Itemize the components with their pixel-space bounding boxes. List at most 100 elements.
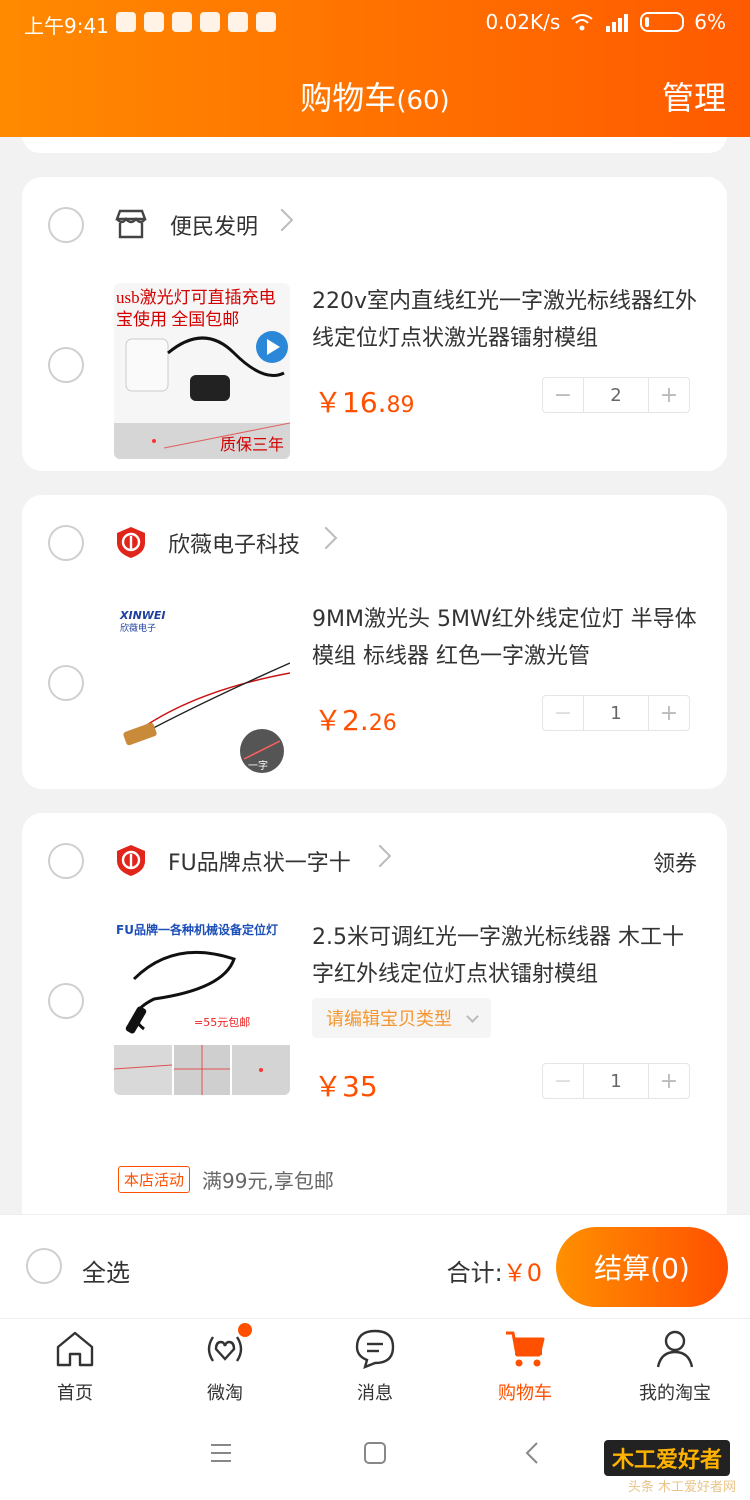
quantity-stepper[interactable]: − 1 + [542, 1063, 690, 1099]
tab-label: 微淘 [207, 1383, 243, 1404]
status-bar: 上午9:41 0.02K/s 6% [24, 10, 726, 38]
quantity-value[interactable]: 1 [583, 1064, 649, 1098]
app-header: 上午9:41 0.02K/s 6% 购物车(60) 管理 [0, 0, 750, 137]
promo-text: 满99元,享包邮 [202, 1169, 334, 1193]
chevron-right-icon [314, 526, 338, 550]
tab-profile[interactable]: 我的淘宝 [600, 1319, 750, 1411]
home-icon [56, 1331, 94, 1367]
mail-icon [228, 12, 248, 32]
product-title[interactable]: 9MM激光头 5MW红外线定位灯 半导体模组 标线器 红色一字激光管 [312, 601, 702, 675]
chevron-right-icon [270, 208, 294, 232]
increase-button[interactable]: + [649, 696, 689, 730]
product-price: ￥2.26 [314, 699, 397, 739]
thumb-caption: usb激光灯可直插充电宝使用 全国包邮 [116, 288, 276, 329]
battery-icon [640, 12, 685, 32]
shop-name[interactable]: 欣薇电子科技 [168, 527, 300, 559]
item-checkbox[interactable] [48, 347, 84, 383]
price-cents: 26 [368, 711, 397, 736]
sku-placeholder: 请编辑宝贝类型 [326, 1009, 452, 1030]
profile-icon [656, 1330, 694, 1368]
signal-icon [606, 14, 629, 32]
home-square-icon[interactable] [362, 1440, 388, 1466]
chat-app-icon [172, 12, 192, 32]
shop-name[interactable]: FU品牌点状一字十 [168, 845, 351, 877]
shop-checkbox[interactable] [48, 525, 84, 561]
price-main: ￥2. [314, 704, 369, 737]
price-main: ￥35 [314, 1070, 378, 1103]
watermark-logo: 木工爱好者 [603, 1440, 730, 1476]
shop-card: FU品牌点状一字十 领券 FU品牌一各种机械设备定位灯 =55元包邮 2.5米可… [22, 813, 727, 1214]
decrease-button[interactable]: − [543, 378, 583, 412]
total-amount: ￥0 [502, 1259, 542, 1287]
select-all-checkbox[interactable] [26, 1248, 62, 1284]
item-checkbox[interactable] [48, 983, 84, 1019]
chevron-down-icon [466, 1009, 479, 1023]
quantity-value[interactable]: 2 [583, 378, 649, 412]
shop-card: 欣薇电子科技 XINWEI 欣薇电子 一字 9MM激光头 5MW红外线定位灯 半… [22, 495, 727, 789]
qq-icon [116, 12, 136, 32]
thumb-badge: 一字 [248, 761, 268, 772]
product-image[interactable]: XINWEI 欣薇电子 一字 [114, 601, 290, 777]
quantity-value[interactable]: 1 [583, 696, 649, 730]
store-icon [115, 209, 147, 239]
tab-label: 购物车 [498, 1383, 552, 1404]
wifi-icon [571, 14, 593, 31]
thumb-caption-mid: =55元包邮 [194, 1016, 251, 1029]
previous-shop-card [22, 137, 727, 153]
weather-icon [200, 12, 220, 32]
checkout-button[interactable]: 结算(0) [556, 1227, 728, 1307]
chevron-right-icon [368, 844, 392, 868]
tab-label: 消息 [357, 1383, 393, 1404]
total-price: 合计:￥0 [447, 1253, 542, 1288]
shop-checkbox[interactable] [48, 843, 84, 879]
thumb-caption-bottom: 质保三年 [219, 437, 284, 454]
product-price: ￥35 [314, 1065, 378, 1105]
notification-icons [116, 12, 276, 32]
select-all-label[interactable]: 全选 [82, 1253, 130, 1288]
thumb-caption: FU品牌一各种机械设备定位灯 [116, 923, 278, 937]
tab-label: 我的淘宝 [639, 1383, 711, 1404]
cart-icon [506, 1331, 545, 1367]
manage-button[interactable]: 管理 [662, 73, 726, 119]
status-right: 0.02K/s 6% [485, 10, 726, 34]
decrease-button[interactable]: − [543, 1064, 583, 1098]
price-cents: 89 [386, 393, 415, 418]
total-label: 合计: [446, 1259, 503, 1287]
get-coupon-button[interactable]: 领券 [653, 846, 697, 878]
message-icon [355, 1329, 395, 1370]
shop-name[interactable]: 便民发明 [170, 209, 258, 241]
quantity-stepper[interactable]: − 1 + [542, 695, 690, 731]
shop-header[interactable]: FU品牌点状一字十 领券 [22, 813, 727, 909]
page-title: 购物车(60) [0, 73, 750, 119]
product-image[interactable]: usb激光灯可直插充电宝使用 全国包邮 质保三年 [114, 283, 290, 459]
cart-count: (60) [396, 86, 450, 116]
battery-percent: 6% [694, 10, 726, 34]
tab-home[interactable]: 首页 [0, 1319, 150, 1411]
menu-icon[interactable] [208, 1440, 234, 1466]
product-title[interactable]: 2.5米可调红光一字激光标线器 木工十字红外线定位灯点状镭射模组 [312, 919, 702, 993]
product-price: ￥16.89 [314, 381, 415, 421]
thumb-brand-cn: 欣薇电子 [120, 624, 157, 634]
shop-card: 便民发明 usb激光灯可直插充电宝使用 全国包邮 质保三年 220v室内直线红光… [22, 177, 727, 471]
product-image[interactable]: FU品牌一各种机械设备定位灯 =55元包邮 [114, 919, 290, 1095]
quantity-stepper[interactable]: − 2 + [542, 377, 690, 413]
shop-header[interactable]: 便民发明 [22, 177, 727, 273]
checkout-bar: 全选 合计:￥0 结算(0) [0, 1214, 750, 1318]
back-icon[interactable] [520, 1440, 546, 1466]
increase-button[interactable]: + [649, 378, 689, 412]
cart-list[interactable]: 便民发明 usb激光灯可直插充电宝使用 全国包邮 质保三年 220v室内直线红光… [0, 137, 750, 1214]
decrease-button[interactable]: − [543, 696, 583, 730]
shop-header[interactable]: 欣薇电子科技 [22, 495, 727, 591]
shop-checkbox[interactable] [48, 207, 84, 243]
item-checkbox[interactable] [48, 665, 84, 701]
sku-selector[interactable]: 请编辑宝贝类型 [312, 998, 491, 1038]
status-time: 上午9:41 [24, 14, 109, 38]
product-title[interactable]: 220v室内直线红光一字激光标线器红外线定位灯点状激光器镭射模组 [312, 283, 702, 357]
enterprise-shop-icon [117, 527, 145, 558]
tab-weitao[interactable]: 微淘 [150, 1319, 300, 1411]
tab-cart[interactable]: 购物车 [450, 1319, 600, 1411]
tab-messages[interactable]: 消息 [300, 1319, 450, 1411]
shop-promotion[interactable]: 本店活动 满99元,享包邮 [118, 1165, 334, 1194]
app-icon [256, 12, 276, 32]
increase-button[interactable]: + [649, 1064, 689, 1098]
